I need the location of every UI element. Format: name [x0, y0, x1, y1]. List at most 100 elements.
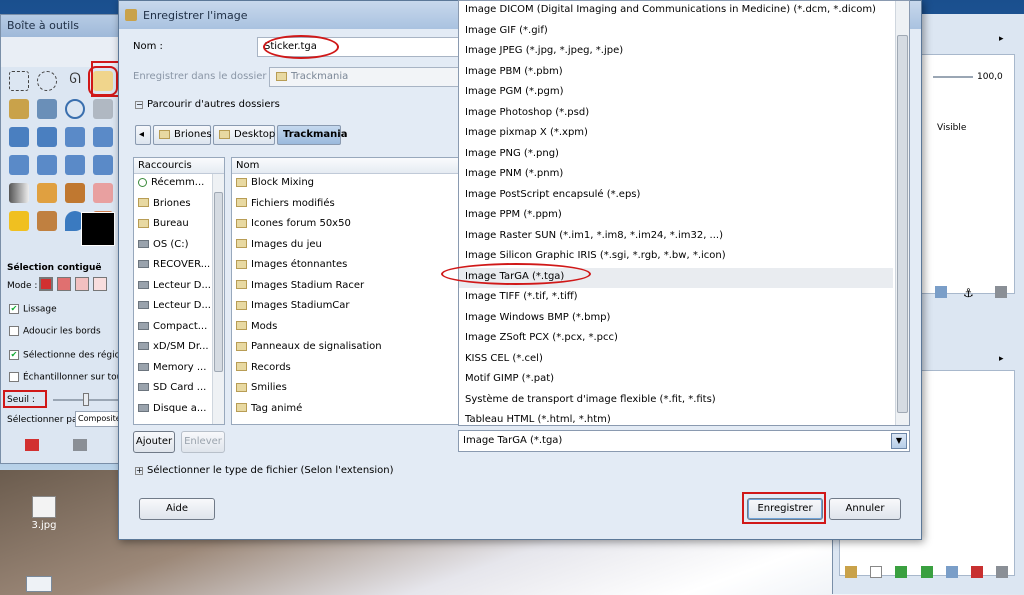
crop-tool-icon[interactable] [65, 127, 85, 147]
file-item[interactable]: Icones forum 50x50 [232, 215, 458, 236]
filetype-item[interactable]: Image JPEG (*.jpg, *.jpeg, *.jpe) [459, 42, 893, 63]
filetype-item[interactable]: Image Windows BMP (*.bmp) [459, 309, 893, 330]
lower-icon[interactable] [920, 566, 933, 578]
shear-tool-icon[interactable] [37, 155, 57, 175]
opacity-slider[interactable] [933, 76, 973, 78]
option-echantillonner[interactable]: Échantillonner sur tous [9, 372, 127, 383]
place-item[interactable]: RECOVER... [134, 256, 212, 277]
place-item[interactable]: Disque a... [134, 400, 212, 421]
color-picker-tool-icon[interactable] [37, 99, 57, 119]
filetype-combo[interactable]: Image TarGA (*.tga) ▼ [458, 430, 910, 452]
filetype-item[interactable]: Image PBM (*.pbm) [459, 63, 893, 84]
flip-tool-icon[interactable] [93, 155, 113, 175]
filetype-item[interactable]: Image PPM (*.ppm) [459, 206, 893, 227]
chevron-down-icon[interactable]: ▸ [999, 354, 1004, 364]
file-item[interactable]: Panneaux de signalisation [232, 338, 458, 359]
desktop-icon-jpg[interactable]: 3.jpg [24, 496, 64, 536]
place-item[interactable]: xD/SM Dr... [134, 338, 212, 359]
foreground-color-swatch[interactable] [81, 212, 115, 246]
option-adoucir[interactable]: Adoucir les bords [9, 326, 101, 337]
option-selectionne[interactable]: ✔ Sélectionne des régions [9, 350, 131, 361]
file-item[interactable]: Images StadiumCar [232, 297, 458, 318]
stop-icon[interactable] [970, 566, 983, 578]
chevron-down-icon[interactable]: ▼ [891, 433, 907, 449]
lasso-tool-icon[interactable]: ᘏ [65, 71, 85, 91]
scale-tool-icon[interactable] [9, 155, 29, 175]
file-item[interactable]: Smilies [232, 379, 458, 400]
filetype-item[interactable]: Image PNM (*.pnm) [459, 165, 893, 186]
place-item[interactable]: Lecteur D... [134, 297, 212, 318]
mode-intersect-button[interactable] [93, 277, 107, 291]
file-item[interactable]: Block Mixing [232, 174, 458, 195]
filetype-item[interactable]: Image PNG (*.png) [459, 145, 893, 166]
folder-select[interactable]: Trackmania [269, 67, 459, 87]
place-item[interactable]: Memory ... [134, 359, 212, 380]
scrollbar-thumb[interactable] [214, 192, 223, 372]
file-item[interactable]: Images Stadium Racer [232, 277, 458, 298]
option-lissage[interactable]: ✔ Lissage [9, 304, 57, 315]
filetype-item[interactable]: Image PGM (*.pgm) [459, 83, 893, 104]
opacity-value[interactable]: 100,0 [977, 72, 1003, 82]
desktop-icon-second[interactable] [26, 576, 52, 592]
new-icon[interactable] [870, 566, 883, 578]
ellipse-select-tool-icon[interactable] [37, 71, 57, 91]
files-header[interactable]: Nom [232, 158, 458, 174]
breadcrumb-briones[interactable]: Briones [153, 125, 212, 145]
filetype-item[interactable]: Système de transport d'image flexible (*… [459, 391, 893, 412]
file-item[interactable]: Mods [232, 318, 458, 339]
raise-icon[interactable] [895, 566, 908, 578]
filetype-item[interactable]: Image Photoshop (*.psd) [459, 104, 893, 125]
filetype-item[interactable]: Tableau HTML (*.html, *.htm) [459, 411, 893, 432]
add-bookmark-button[interactable]: Ajouter [133, 431, 175, 453]
filetype-item[interactable]: Image pixmap X (*.xpm) [459, 124, 893, 145]
heal-tool-icon[interactable] [9, 211, 29, 231]
file-item[interactable]: Tag animé [232, 400, 458, 421]
rect-select-tool-icon[interactable] [9, 71, 29, 91]
mode-subtract-button[interactable] [75, 277, 89, 291]
scrollbar-thumb[interactable] [897, 35, 908, 413]
measure-tool-icon[interactable] [93, 99, 113, 119]
filetype-item[interactable]: Motif GIMP (*.pat) [459, 370, 893, 391]
scissors-tool-icon[interactable] [9, 99, 29, 119]
toolbox-titlebar[interactable]: Boîte à outils [1, 15, 123, 37]
filetype-item[interactable]: Image PostScript encapsulé (*.eps) [459, 186, 893, 207]
filetype-item[interactable]: Image Raster SUN (*.im1, *.im8, *.im24, … [459, 227, 893, 248]
pencil-tool-icon[interactable] [37, 183, 57, 203]
filetype-item[interactable]: Image TIFF (*.tif, *.tiff) [459, 288, 893, 309]
duplicate-icon[interactable] [945, 566, 958, 578]
filetype-item[interactable]: Image DICOM (Digital Imaging and Communi… [459, 1, 893, 22]
delete-layer-icon[interactable] [995, 286, 1007, 298]
delete-icon[interactable] [996, 566, 1009, 578]
breadcrumb-back-button[interactable]: ◂ [135, 125, 151, 145]
browse-folders-toggle[interactable]: − Parcourir d'autres dossiers [135, 99, 280, 110]
filetype-item[interactable]: Image ZSoft PCX (*.pcx, *.pcc) [459, 329, 893, 350]
place-item[interactable]: Briones [134, 195, 212, 216]
mode-add-button[interactable] [57, 277, 71, 291]
chevron-down-icon[interactable]: ▸ [999, 34, 1004, 44]
cancel-button[interactable]: Annuler [829, 498, 901, 520]
align-tool-icon[interactable] [37, 127, 57, 147]
zoom-tool-icon[interactable] [65, 99, 85, 119]
clone-tool-icon[interactable] [37, 211, 57, 231]
file-item[interactable]: Records [232, 359, 458, 380]
rotate-tool-icon[interactable] [93, 127, 113, 147]
place-item[interactable]: OS (C:) [134, 236, 212, 257]
file-item[interactable]: Images étonnantes [232, 256, 458, 277]
place-item[interactable]: Bureau [134, 215, 212, 236]
place-item[interactable]: SD Card ... [134, 379, 212, 400]
filetype-item[interactable]: Image GIF (*.gif) [459, 22, 893, 43]
place-item[interactable]: Lecteur D... [134, 277, 212, 298]
filetype-scrollbar[interactable] [895, 1, 909, 425]
filetype-toggle[interactable]: + Sélectionner le type de fichier (Selon … [135, 465, 394, 476]
perspective-tool-icon[interactable] [65, 155, 85, 175]
file-item[interactable]: Fichiers modifiés [232, 195, 458, 216]
remove-bookmark-button[interactable]: Enlever [181, 431, 225, 453]
duplicate-layer-icon[interactable] [935, 286, 947, 298]
reset-options-icon[interactable] [73, 439, 87, 451]
eraser-tool-icon[interactable] [93, 183, 113, 203]
selectionner-par-select[interactable]: Composite [75, 411, 123, 427]
filetype-item[interactable]: KISS CEL (*.cel) [459, 350, 893, 371]
help-button[interactable]: Aide [139, 498, 215, 520]
place-item[interactable]: Compact... [134, 318, 212, 339]
breadcrumb-trackmania[interactable]: Trackmania [277, 125, 347, 145]
